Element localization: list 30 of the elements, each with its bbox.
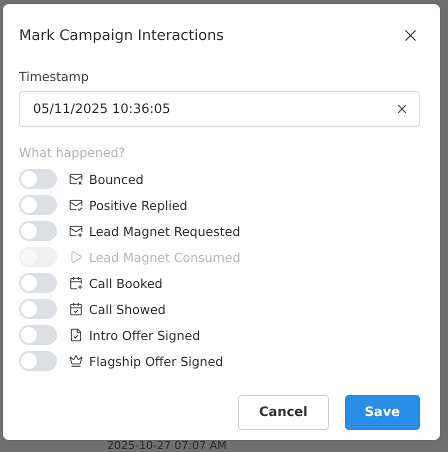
field-label: Timestamp bbox=[19, 69, 90, 84]
calendar-check-icon bbox=[69, 302, 83, 316]
interaction-label: Lead Magnet Requested bbox=[89, 224, 240, 238]
dialog-title: Mark Campaign Interactions bbox=[19, 28, 224, 44]
interaction-label: Flagship Offer Signed bbox=[89, 354, 224, 368]
interaction-label: Intro Offer Signed bbox=[89, 328, 200, 342]
mail-x-icon bbox=[69, 172, 83, 186]
section-label: What happened? bbox=[19, 145, 126, 160]
mail-plus-icon bbox=[69, 224, 83, 238]
toggle-switch[interactable] bbox=[19, 325, 57, 345]
interaction-label: Call Showed bbox=[89, 302, 166, 316]
toggle-switch[interactable] bbox=[19, 221, 57, 241]
interaction-label: Positive Replied bbox=[89, 198, 188, 212]
toggle-switch[interactable] bbox=[19, 169, 57, 189]
interaction-label: Bounced bbox=[89, 172, 144, 186]
cancel-button[interactable]: Cancel bbox=[238, 395, 329, 430]
mail-check-icon bbox=[69, 198, 83, 212]
interaction-label: Lead Magnet Consumed bbox=[89, 250, 240, 264]
toggle-switch[interactable] bbox=[19, 351, 57, 371]
crown-icon bbox=[69, 354, 83, 368]
interaction-label: Call Booked bbox=[89, 276, 163, 290]
file-check-icon bbox=[69, 328, 83, 342]
clear-icon[interactable] bbox=[395, 102, 409, 116]
table-cell-text: 2025-10-27 07:07 AM bbox=[106, 440, 228, 452]
timestamp-field[interactable]: 05/11/2025 10:36:05 bbox=[19, 91, 420, 127]
toggle-switch[interactable] bbox=[19, 195, 57, 215]
toggle-switch[interactable] bbox=[19, 273, 57, 293]
calendar-plus-icon bbox=[69, 276, 83, 290]
play-icon bbox=[69, 250, 83, 264]
toggle-switch[interactable] bbox=[19, 299, 57, 319]
